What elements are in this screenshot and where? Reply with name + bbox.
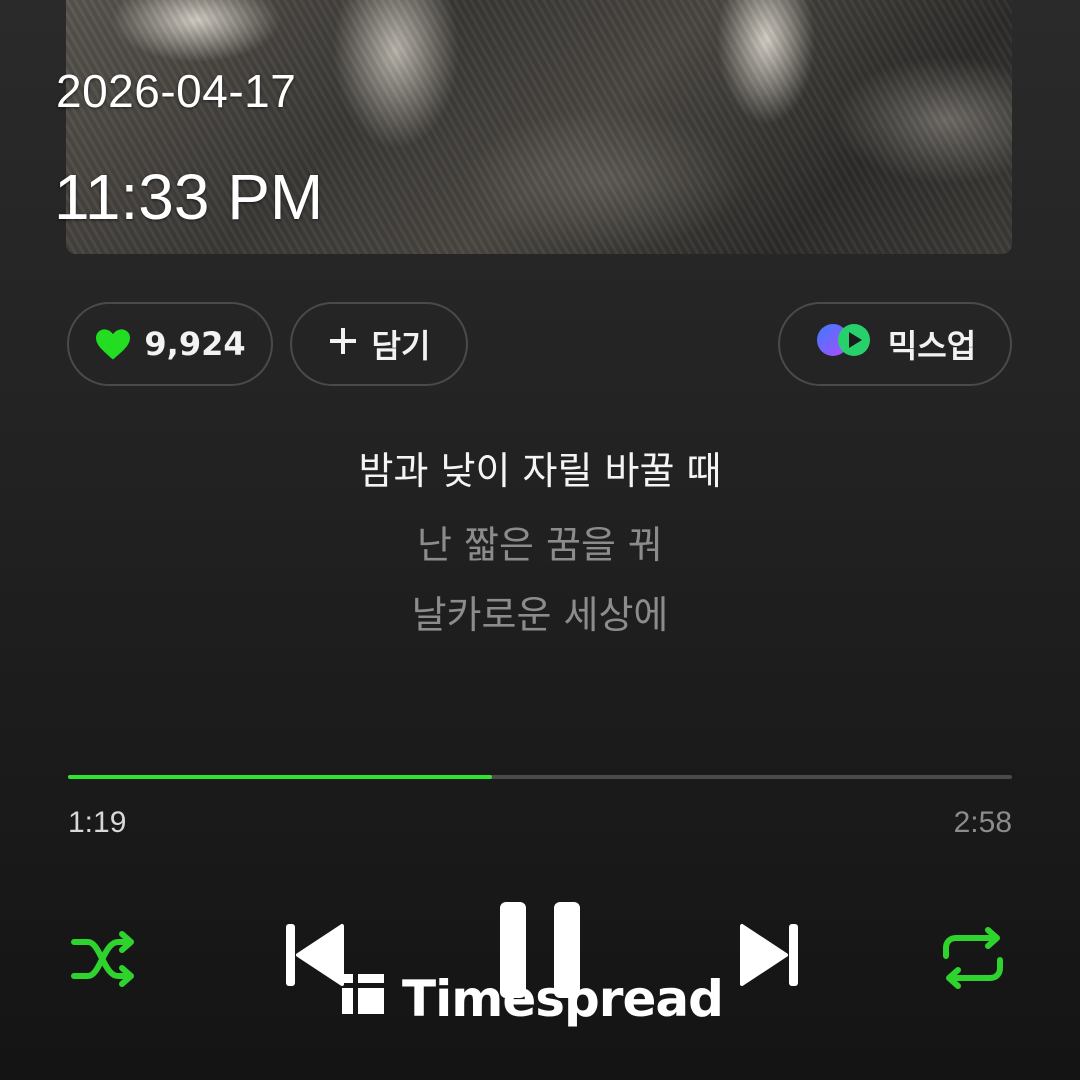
watermark-text: Timespread — [402, 970, 724, 1028]
mixup-icon — [814, 321, 874, 367]
heart-icon — [94, 327, 132, 361]
skip-previous-icon[interactable] — [284, 920, 348, 990]
timespread-logo-icon — [340, 970, 386, 1028]
skip-next-icon[interactable] — [736, 920, 800, 990]
progress-bar[interactable] — [68, 775, 1012, 779]
shuffle-icon[interactable] — [70, 930, 140, 990]
watermark: Timespread — [340, 970, 724, 1028]
repeat-icon[interactable] — [940, 926, 1006, 990]
progress-fill — [68, 775, 492, 779]
overlay-time: 11:33 PM — [54, 161, 324, 233]
elapsed-time: 1:19 — [68, 806, 127, 839]
add-label: 담기 — [371, 327, 431, 365]
music-player-screen: 2026-04-17 11:33 PM 9,924 담기 믹스업 밤과 낮이 자… — [0, 0, 1080, 1080]
total-time: 2:58 — [953, 806, 1012, 839]
mixup-label: 믹스업 — [887, 327, 977, 365]
add-to-playlist-button[interactable]: 담기 — [290, 302, 468, 386]
like-button[interactable]: 9,924 — [67, 302, 273, 386]
plus-icon — [328, 320, 358, 364]
lyric-next-line[interactable]: 날카로운 세상에 — [0, 584, 1080, 639]
lyric-current-line[interactable]: 밤과 낮이 자릴 바꿀 때 — [0, 440, 1080, 495]
lyric-next-line[interactable]: 난 짧은 꿈을 꿔 — [0, 514, 1080, 569]
overlay-date: 2026-04-17 — [56, 65, 297, 117]
like-count: 9,924 — [144, 325, 246, 363]
mixup-button[interactable]: 믹스업 — [778, 302, 1012, 386]
